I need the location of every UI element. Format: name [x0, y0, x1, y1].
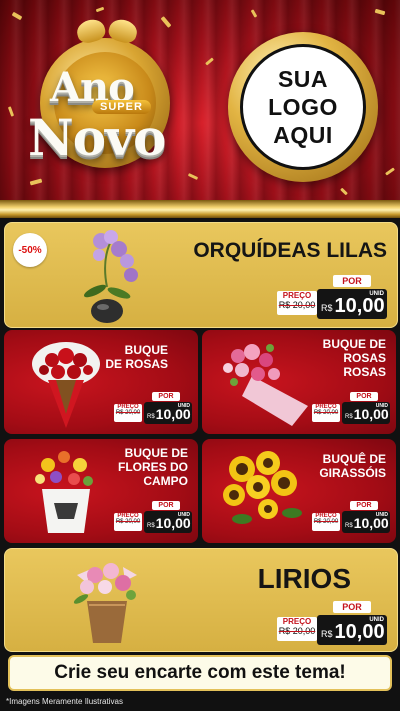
old-price-value: R$ 20,00	[278, 626, 316, 636]
wildflower-bouquet-image	[35, 451, 93, 533]
unit-label: UNID	[177, 512, 190, 518]
discount-badge: -50%	[13, 233, 47, 267]
old-price: PREÇO R$ 20,00	[312, 513, 340, 531]
currency: R$	[147, 414, 155, 420]
old-price-value: R$ 20,00	[115, 410, 141, 416]
old-price-value: R$ 20,00	[278, 300, 316, 310]
product-card-girassois[interactable]: BUQUÊ DE GIRASSÓIS POR PREÇO R$ 20,00 R$…	[202, 439, 396, 543]
logo-text-line-2: LOGO	[268, 94, 338, 120]
currency: R$	[345, 414, 353, 420]
por-label: POR	[350, 392, 378, 401]
currency: R$	[345, 523, 353, 529]
por-label: POR	[333, 601, 371, 613]
old-price-value: R$ 20,00	[115, 519, 141, 525]
product-name-line: DE ROSAS	[105, 356, 168, 371]
product-card-buque-rosas[interactable]: BUQUE DE ROSAS POR PREÇO R$ 20,00 R$ 10,…	[4, 330, 198, 434]
new-price: R$ 10,00 UNID	[342, 511, 390, 533]
new-price: R$ 10,00 UNID	[317, 289, 387, 319]
currency: R$	[321, 303, 333, 313]
product-card-orquideas[interactable]: -50% ORQUÍDEAS LILAS POR PREÇO R$ 20,00 …	[4, 222, 398, 328]
por-label: POR	[350, 501, 378, 510]
product-name-line: BUQUE DE	[322, 337, 386, 351]
old-price-label: PREÇO	[282, 291, 312, 300]
por-label: POR	[333, 275, 371, 287]
product-card-lirios[interactable]: LIRIOS POR PREÇO R$ 20,00 R$ 10,00 UNID	[4, 548, 398, 652]
logo-placeholder[interactable]: SUA LOGO AQUI	[228, 32, 378, 182]
unit-label: UNID	[369, 291, 384, 297]
rose-bouquet-image	[32, 342, 100, 428]
header-banner: Ano SUPER Novo SUA LOGO AQUI	[0, 0, 400, 205]
old-price: PREÇO R$ 20,00	[312, 404, 340, 422]
unit-label: UNID	[369, 617, 384, 623]
logo-text-line-3: AQUI	[273, 122, 333, 148]
new-price: R$ 10,00 UNID	[317, 615, 387, 645]
sunflower-bouquet-image	[223, 451, 302, 524]
product-name-line: ROSAS	[343, 364, 386, 379]
product-name: LIRIOS	[257, 563, 351, 594]
footnote: *Imagens Meramente Ilustrativas	[6, 697, 123, 706]
por-label: POR	[152, 392, 180, 401]
product-name: ORQUÍDEAS LILAS	[193, 239, 387, 262]
price-tag: POR PREÇO R$ 20,00 R$ 10,00 UNID	[312, 501, 390, 535]
currency: R$	[147, 523, 155, 529]
old-price: PREÇO R$ 20,00	[114, 513, 142, 531]
old-price: PREÇO R$ 20,00	[277, 617, 317, 641]
ano-novo-title-badge: Ano SUPER Novo	[22, 16, 192, 170]
price-tag: POR PREÇO R$ 20,00 R$ 10,00 UNID	[277, 601, 387, 647]
cta-banner[interactable]: Crie seu encarte com este tema!	[8, 655, 392, 691]
old-price: PREÇO R$ 20,00	[114, 404, 142, 422]
orchid-image	[83, 230, 138, 323]
gold-divider	[0, 200, 400, 218]
bow-icon	[74, 16, 140, 46]
product-name: BUQUE DE FLORES DO CAMPO	[117, 446, 188, 488]
product-name-line: BUQUE	[124, 343, 168, 357]
por-label: POR	[152, 501, 180, 510]
pink-rose-bouquet-image	[223, 344, 308, 426]
lily-bouquet-image	[73, 563, 137, 643]
old-price-label: PREÇO	[282, 617, 312, 626]
unit-label: UNID	[375, 512, 388, 518]
new-price: R$ 10,00 UNID	[342, 402, 390, 424]
logo-text-line-1: SUA	[277, 66, 329, 92]
product-card-flores-campo[interactable]: BUQUE DE FLORES DO CAMPO POR PREÇO R$ 20…	[4, 439, 198, 543]
price-tag: POR PREÇO R$ 20,00 R$ 10,00 UNID	[312, 392, 390, 426]
old-price-value: R$ 20,00	[313, 410, 339, 416]
old-price: PREÇO R$ 20,00	[277, 291, 317, 315]
unit-label: UNID	[375, 403, 388, 409]
new-price: R$ 10,00 UNID	[144, 402, 192, 424]
product-name-line: BUQUÊ DE	[322, 452, 386, 466]
product-name-line: ROSAS	[343, 350, 386, 365]
product-name-line: BUQUE DE	[124, 446, 188, 460]
old-price-value: R$ 20,00	[313, 519, 339, 525]
unit-label: UNID	[177, 403, 190, 409]
price-tag: POR PREÇO R$ 20,00 R$ 10,00 UNID	[114, 392, 192, 426]
title-word-novo: Novo	[28, 108, 166, 167]
price-tag: POR PREÇO R$ 20,00 R$ 10,00 UNID	[114, 501, 192, 535]
product-name: BUQUE DE ROSAS ROSAS	[322, 337, 386, 379]
product-name: BUQUE DE ROSAS	[105, 343, 168, 372]
product-name-line: GIRASSÓIS	[319, 465, 386, 480]
product-name-line: FLORES DO	[117, 459, 188, 474]
currency: R$	[321, 629, 333, 639]
new-price: R$ 10,00 UNID	[144, 511, 192, 533]
price-tag: POR PREÇO R$ 20,00 R$ 10,00 UNID	[277, 275, 387, 321]
product-card-buque-rosas-rosas[interactable]: BUQUE DE ROSAS ROSAS POR PREÇO R$ 20,00 …	[202, 330, 396, 434]
product-name: BUQUÊ DE GIRASSÓIS	[319, 452, 386, 481]
product-name-line: CAMPO	[143, 473, 188, 488]
